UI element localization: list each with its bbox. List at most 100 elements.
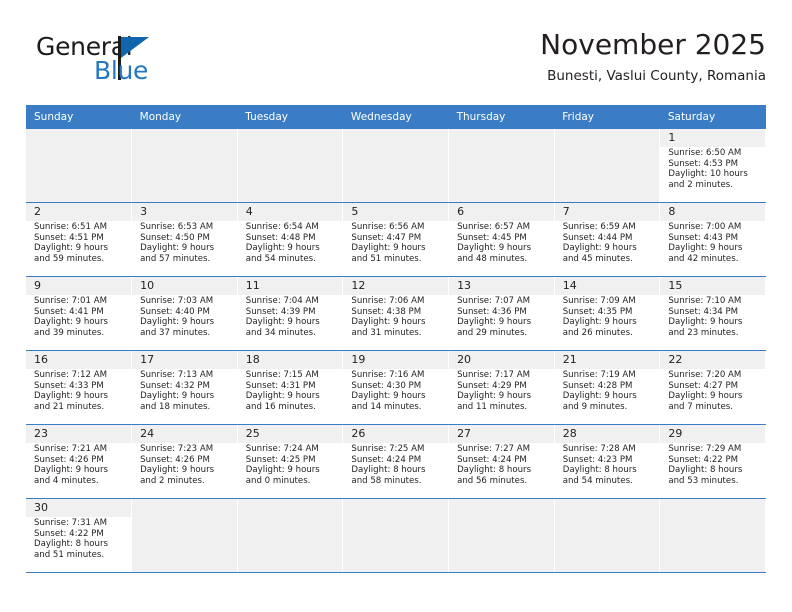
sunrise-text: Sunrise: 6:53 AM bbox=[140, 222, 214, 232]
calendar-day-cell[interactable]: 19 Sunrise: 7:16 AM Sunset: 4:30 PM Dayligh… bbox=[342, 350, 450, 425]
calendar-day-cell[interactable]: 21 Sunrise: 7:19 AM Sunset: 4:28 PM Dayligh… bbox=[554, 350, 661, 425]
daylight-text-cont: and 21 minutes. bbox=[34, 401, 105, 412]
day-number: 30 bbox=[26, 499, 132, 517]
daylight-text-cont: and 56 minutes. bbox=[457, 475, 528, 486]
daylight-text: Daylight: 9 hours bbox=[140, 317, 215, 328]
day-cell-content bbox=[237, 129, 343, 202]
day-cell-content bbox=[554, 499, 660, 572]
calendar-day-cell[interactable]: 28 Sunrise: 7:28 AM Sunset: 4:23 PM Dayligh… bbox=[554, 424, 661, 499]
daylight-text: Daylight: 9 hours bbox=[457, 391, 532, 402]
daylight-text: Daylight: 8 hours bbox=[351, 465, 426, 476]
sunrise-text: Sunrise: 7:27 AM bbox=[457, 444, 531, 454]
day-number bbox=[26, 129, 132, 133]
day-number bbox=[343, 499, 449, 503]
calendar-day-cell[interactable]: 15 Sunrise: 7:10 AM Sunset: 4:34 PM Dayligh… bbox=[659, 276, 766, 351]
calendar-day-cell[interactable]: 5 Sunrise: 6:56 AM Sunset: 4:47 PM Daylight… bbox=[342, 202, 450, 277]
calendar-day-cell[interactable]: 4 Sunrise: 6:54 AM Sunset: 4:48 PM Daylight… bbox=[237, 202, 344, 277]
calendar-day-cell[interactable]: 20 Sunrise: 7:17 AM Sunset: 4:29 PM Dayligh… bbox=[448, 350, 555, 425]
general-blue-logo[interactable]: General Blue bbox=[36, 32, 226, 90]
sunrise-text: Sunrise: 7:15 AM bbox=[245, 370, 319, 380]
calendar-day-cell[interactable]: 16 Sunrise: 7:12 AM Sunset: 4:33 PM Dayligh… bbox=[26, 350, 133, 425]
daylight-text-cont: and 45 minutes. bbox=[562, 253, 633, 264]
sunset-text: Sunset: 4:26 PM bbox=[34, 454, 104, 465]
calendar-day-cell[interactable]: 17 Sunrise: 7:13 AM Sunset: 4:32 PM Dayligh… bbox=[131, 350, 238, 425]
calendar-day-cell[interactable]: 14 Sunrise: 7:09 AM Sunset: 4:35 PM Dayligh… bbox=[554, 276, 661, 351]
daylight-text: Daylight: 9 hours bbox=[351, 243, 426, 254]
sunrise-text: Sunrise: 7:17 AM bbox=[457, 370, 531, 380]
daylight-text-cont: and 54 minutes. bbox=[562, 475, 633, 486]
sunrise-text: Sunrise: 6:54 AM bbox=[245, 222, 319, 232]
calendar-empty-cell bbox=[131, 498, 238, 573]
sunset-text: Sunset: 4:40 PM bbox=[140, 306, 210, 317]
sunset-text: Sunset: 4:25 PM bbox=[245, 454, 316, 465]
calendar-day-cell[interactable]: 23 Sunrise: 7:21 AM Sunset: 4:26 PM Dayligh… bbox=[26, 424, 133, 499]
sunrise-text: Sunrise: 7:07 AM bbox=[457, 296, 531, 306]
day-number: 27 bbox=[449, 425, 554, 443]
sunrise-text: Sunrise: 6:57 AM bbox=[457, 222, 531, 232]
calendar-day-cell[interactable]: 3 Sunrise: 6:53 AM Sunset: 4:50 PM Daylight… bbox=[131, 202, 238, 277]
daylight-text-cont: and 37 minutes. bbox=[140, 327, 211, 338]
sunset-text: Sunset: 4:31 PM bbox=[245, 380, 316, 391]
calendar-day-cell[interactable]: 11 Sunrise: 7:04 AM Sunset: 4:39 PM Dayligh… bbox=[237, 276, 344, 351]
day-cell-content: 5 Sunrise: 6:56 AM Sunset: 4:47 PM Daylight… bbox=[343, 203, 449, 276]
calendar-day-cell[interactable]: 10 Sunrise: 7:03 AM Sunset: 4:40 PM Dayligh… bbox=[131, 276, 238, 351]
weekday-header-sunday: Sunday bbox=[26, 105, 132, 129]
sunrise-text: Sunrise: 7:10 AM bbox=[668, 296, 742, 306]
daylight-text-cont: and 16 minutes. bbox=[245, 401, 316, 412]
day-cell-content bbox=[26, 129, 132, 202]
calendar-day-cell[interactable]: 24 Sunrise: 7:23 AM Sunset: 4:26 PM Dayligh… bbox=[131, 424, 238, 499]
day-number: 12 bbox=[343, 277, 449, 295]
daylight-text: Daylight: 9 hours bbox=[245, 391, 320, 402]
sunrise-text: Sunrise: 7:09 AM bbox=[562, 296, 636, 306]
calendar-day-cell[interactable]: 30 Sunrise: 7:31 AM Sunset: 4:22 PM Dayligh… bbox=[26, 498, 133, 573]
calendar-day-cell[interactable]: 8 Sunrise: 7:00 AM Sunset: 4:43 PM Daylight… bbox=[659, 202, 766, 277]
day-cell-content: 13 Sunrise: 7:07 AM Sunset: 4:36 PM Dayligh… bbox=[449, 277, 554, 350]
calendar-day-cell[interactable]: 25 Sunrise: 7:24 AM Sunset: 4:25 PM Dayligh… bbox=[237, 424, 344, 499]
daylight-text: Daylight: 9 hours bbox=[457, 243, 532, 254]
daylight-text: Daylight: 8 hours bbox=[457, 465, 532, 476]
day-number: 10 bbox=[132, 277, 237, 295]
calendar-day-cell[interactable]: 13 Sunrise: 7:07 AM Sunset: 4:36 PM Dayligh… bbox=[448, 276, 555, 351]
calendar-week-row: 16 Sunrise: 7:12 AM Sunset: 4:33 PM Dayligh… bbox=[26, 350, 766, 425]
calendar-day-cell[interactable]: 12 Sunrise: 7:06 AM Sunset: 4:38 PM Dayligh… bbox=[342, 276, 450, 351]
day-cell-content: 17 Sunrise: 7:13 AM Sunset: 4:32 PM Dayligh… bbox=[132, 351, 237, 424]
calendar-day-cell[interactable]: 2 Sunrise: 6:51 AM Sunset: 4:51 PM Daylight… bbox=[26, 202, 133, 277]
calendar-day-cell[interactable]: 29 Sunrise: 7:29 AM Sunset: 4:22 PM Dayligh… bbox=[659, 424, 766, 499]
day-cell-content: 30 Sunrise: 7:31 AM Sunset: 4:22 PM Dayligh… bbox=[26, 499, 132, 572]
calendar-day-cell[interactable]: 9 Sunrise: 7:01 AM Sunset: 4:41 PM Daylight… bbox=[26, 276, 133, 351]
daylight-text-cont: and 29 minutes. bbox=[457, 327, 528, 338]
day-cell-content: 14 Sunrise: 7:09 AM Sunset: 4:35 PM Dayligh… bbox=[554, 277, 660, 350]
day-number: 22 bbox=[660, 351, 765, 369]
calendar-day-cell[interactable]: 1 Sunrise: 6:50 AM Sunset: 4:53 PM Daylight… bbox=[659, 129, 766, 203]
sunset-text: Sunset: 4:48 PM bbox=[245, 232, 316, 243]
logo-text-blue: Blue bbox=[94, 56, 149, 85]
calendar-day-cell[interactable]: 27 Sunrise: 7:27 AM Sunset: 4:24 PM Dayligh… bbox=[448, 424, 555, 499]
day-details: Sunrise: 6:56 AM Sunset: 4:47 PM Daylight:… bbox=[343, 221, 448, 264]
day-details: Sunrise: 7:07 AM Sunset: 4:36 PM Daylight:… bbox=[449, 295, 554, 338]
day-cell-content: 28 Sunrise: 7:28 AM Sunset: 4:23 PM Dayligh… bbox=[554, 425, 660, 498]
day-details: Sunrise: 7:04 AM Sunset: 4:39 PM Daylight:… bbox=[238, 295, 343, 338]
day-details: Sunrise: 6:57 AM Sunset: 4:45 PM Daylight:… bbox=[449, 221, 554, 264]
daylight-text-cont: and 57 minutes. bbox=[140, 253, 211, 264]
triangle-logo-icon bbox=[121, 37, 149, 58]
calendar-page: General Blue November 2025 Bunesti, Vasl… bbox=[0, 0, 792, 612]
day-number bbox=[343, 129, 449, 133]
calendar-day-cell[interactable]: 7 Sunrise: 6:59 AM Sunset: 4:44 PM Daylight… bbox=[554, 202, 661, 277]
day-details: Sunrise: 7:10 AM Sunset: 4:34 PM Daylight:… bbox=[660, 295, 765, 338]
calendar-day-cell[interactable]: 18 Sunrise: 7:15 AM Sunset: 4:31 PM Dayligh… bbox=[237, 350, 344, 425]
calendar-day-cell[interactable]: 26 Sunrise: 7:25 AM Sunset: 4:24 PM Dayligh… bbox=[342, 424, 450, 499]
calendar-day-cell[interactable]: 22 Sunrise: 7:20 AM Sunset: 4:27 PM Dayligh… bbox=[659, 350, 766, 425]
day-number: 1 bbox=[660, 129, 765, 147]
day-number: 4 bbox=[237, 203, 343, 221]
day-details: Sunrise: 7:25 AM Sunset: 4:24 PM Daylight:… bbox=[343, 443, 448, 486]
sunset-text: Sunset: 4:45 PM bbox=[457, 232, 527, 243]
daylight-text-cont: and 51 minutes. bbox=[34, 549, 105, 560]
sunrise-text: Sunrise: 7:28 AM bbox=[562, 444, 636, 454]
day-details: Sunrise: 7:15 AM Sunset: 4:31 PM Daylight:… bbox=[238, 369, 343, 412]
day-details: Sunrise: 6:51 AM Sunset: 4:51 PM Daylight:… bbox=[26, 221, 131, 264]
day-cell-content: 4 Sunrise: 6:54 AM Sunset: 4:48 PM Daylight… bbox=[237, 203, 343, 276]
calendar-empty-cell bbox=[554, 498, 661, 573]
calendar-empty-cell bbox=[237, 498, 344, 573]
calendar-day-cell[interactable]: 6 Sunrise: 6:57 AM Sunset: 4:45 PM Daylight… bbox=[448, 202, 555, 277]
calendar-empty-cell bbox=[659, 498, 766, 573]
